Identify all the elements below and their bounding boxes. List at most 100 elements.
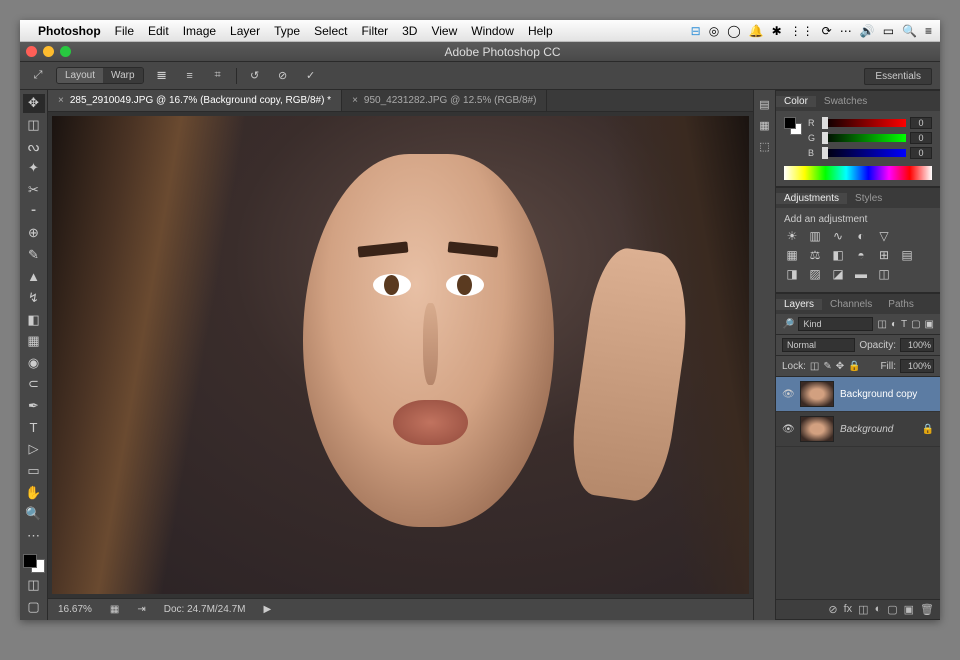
battery-icon[interactable]: ▭ [883,24,894,38]
filter-type-icon[interactable]: T [901,319,907,330]
minimize-button[interactable] [43,46,54,57]
brush-tool[interactable]: ✎ [23,245,45,264]
quick-mask-tool[interactable]: ◫ [23,576,45,595]
adj-posterize-icon[interactable]: ▨ [807,267,823,281]
status-icon-1[interactable]: ▦ [110,604,119,615]
eyedropper-tool[interactable]: ⁃ [23,202,45,221]
menu-type[interactable]: Type [274,24,300,38]
r-slider[interactable] [822,119,906,127]
path-select-tool[interactable]: ▷ [23,440,45,459]
adj-color-lookup-icon[interactable]: ▤ [899,248,915,262]
fill-value[interactable]: 100% [900,359,934,373]
adj-exposure-icon[interactable]: ◐ [853,229,869,243]
filter-shape-icon[interactable]: ▢ [911,319,920,330]
delete-layer-icon[interactable]: 🗑 [920,603,934,616]
adj-bw-icon[interactable]: ◧ [830,248,846,262]
g-slider[interactable] [822,134,906,142]
cancel-icon[interactable]: ⊘ [273,66,293,86]
type-tool[interactable]: T [23,418,45,437]
status-play-icon[interactable]: ▶ [263,604,271,615]
filter-smart-icon[interactable]: ▣ [925,319,934,330]
adjustments-tab[interactable]: Adjustments [776,193,847,204]
crop-tool[interactable]: ✂ [23,181,45,200]
paw-icon[interactable]: ✱ [772,24,782,38]
link-layers-icon[interactable]: ⊘ [828,603,837,616]
menu-image[interactable]: Image [183,24,216,38]
pen-tool[interactable]: ✒ [23,397,45,416]
actions-panel-icon[interactable]: ▦ [759,119,769,132]
r-value[interactable]: 0 [910,117,932,129]
paths-tab[interactable]: Paths [880,299,922,310]
adj-hue-icon[interactable]: ▦ [784,248,800,262]
healing-tool[interactable]: ⊕ [23,224,45,243]
channels-tab[interactable]: Channels [822,299,880,310]
filter-kind-icon[interactable]: 🔎 [782,319,794,330]
color-tab[interactable]: Color [776,96,816,107]
lock-icon[interactable]: 🔒 [848,361,860,372]
undo-icon[interactable]: ↺ [245,66,265,86]
lasso-tool[interactable]: ᔓ [23,137,45,156]
menu-window[interactable]: Window [471,24,514,38]
bell-icon[interactable]: 🔔 [749,24,764,38]
adj-vibrance-icon[interactable]: ▽ [876,229,892,243]
foreground-color[interactable] [23,554,37,568]
menu-layer[interactable]: Layer [230,24,260,38]
zoom-button[interactable] [60,46,71,57]
adj-channel-mixer-icon[interactable]: ⊞ [876,248,892,262]
shape-tool[interactable]: ▭ [23,462,45,481]
brushes-panel-icon[interactable]: ⬚ [759,140,769,153]
sync-icon[interactable]: ◯ [727,24,740,38]
dropbox-icon[interactable]: ⊟ [691,24,701,38]
b-slider[interactable] [822,149,906,157]
lock-position-icon[interactable]: ✎ [823,361,831,372]
layer-thumbnail[interactable] [800,381,834,407]
screen-mode-tool[interactable]: ▢ [23,597,45,616]
menu-filter[interactable]: Filter [361,24,388,38]
layer-name[interactable]: Background [840,424,916,435]
adj-levels-icon[interactable]: ▥ [807,229,823,243]
menu-select[interactable]: Select [314,24,347,38]
color-swatches-mini[interactable] [784,117,802,135]
canvas-area[interactable] [48,112,753,598]
layer-fx-icon[interactable]: fx [844,603,853,616]
menu-app[interactable]: Photoshop [38,24,101,38]
quick-select-tool[interactable]: ✦ [23,159,45,178]
gradient-tool[interactable]: ▦ [23,332,45,351]
adj-selective-color-icon[interactable]: ◫ [876,267,892,281]
warp-mode[interactable]: Warp [103,68,143,83]
layer-item[interactable]: 👁 Background copy [776,377,940,412]
document-tab-2[interactable]: × 950_4231282.JPG @ 12.5% (RGB/8#) [342,90,547,111]
lock-all-icon[interactable]: ✥ [836,361,844,372]
visibility-icon[interactable]: 👁 [782,424,794,435]
layers-tab[interactable]: Layers [776,299,822,310]
wifi-icon[interactable]: ⋮⋮ [790,24,814,38]
group-icon[interactable]: ▢ [887,603,897,616]
filter-kind[interactable]: Kind [798,317,873,331]
transform-tool-icon[interactable]: ⤢ [28,66,48,86]
cc-icon[interactable]: ◎ [709,24,719,38]
transform-mode-segment[interactable]: Layout Warp [56,67,144,84]
menu-3d[interactable]: 3D [402,24,417,38]
document-tab-1[interactable]: × 285_2910049.JPG @ 16.7% (Background co… [48,90,342,111]
volume-icon[interactable]: 🔊 [860,24,875,38]
close-button[interactable] [26,46,37,57]
blend-mode[interactable]: Normal [782,338,855,352]
layout-mode[interactable]: Layout [57,68,103,83]
adj-brightness-icon[interactable]: ☀ [784,229,800,243]
lock-pixels-icon[interactable]: ◫ [810,361,819,372]
status-icon-2[interactable]: ⇥ [137,604,145,615]
commit-icon[interactable]: ✓ [301,66,321,86]
marquee-tool[interactable]: ◫ [23,116,45,135]
menu-view[interactable]: View [431,24,457,38]
layer-thumbnail[interactable] [800,416,834,442]
filter-pixel-icon[interactable]: ◫ [877,319,886,330]
adj-invert-icon[interactable]: ◨ [784,267,800,281]
lines-icon[interactable]: ≡ [180,66,200,86]
filter-adj-icon[interactable]: ◐ [891,319,897,330]
g-value[interactable]: 0 [910,132,932,144]
dodge-tool[interactable]: ⊂ [23,375,45,394]
stamp-tool[interactable]: ▲ [23,267,45,286]
layer-name[interactable]: Background copy [840,389,934,400]
zoom-tool[interactable]: 🔍 [23,505,45,524]
workspace-switcher[interactable]: Essentials [864,68,932,85]
